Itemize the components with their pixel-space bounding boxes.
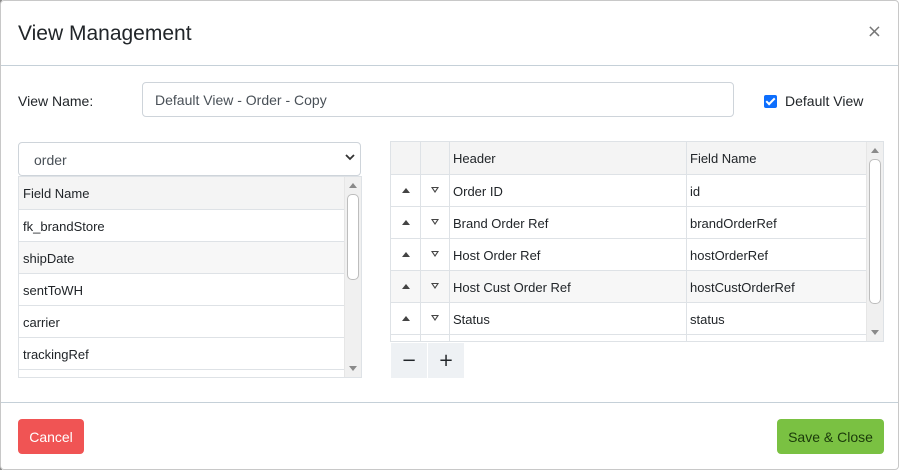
field-name-cell[interactable] bbox=[687, 335, 867, 341]
arrow-up-icon bbox=[402, 316, 410, 321]
header-cell[interactable]: Host Cust Order Ref bbox=[450, 271, 687, 302]
table-row[interactable] bbox=[391, 335, 867, 341]
column-header-field-name: Field Name bbox=[690, 151, 757, 166]
entity-select[interactable]: order bbox=[18, 142, 361, 176]
scroll-thumb[interactable] bbox=[347, 194, 359, 280]
view-name-label: View Name: bbox=[18, 93, 94, 109]
chevron-down-icon bbox=[345, 154, 355, 161]
field-name-cell[interactable]: hostOrderRef bbox=[687, 239, 867, 270]
scroll-thumb[interactable] bbox=[869, 159, 881, 304]
view-name-input[interactable] bbox=[142, 82, 734, 117]
move-up-button[interactable] bbox=[391, 303, 421, 334]
move-down-button[interactable] bbox=[421, 271, 450, 302]
table-row[interactable]: Brand Order Ref brandOrderRef bbox=[391, 207, 867, 239]
selected-columns-scrollbar[interactable] bbox=[866, 142, 883, 341]
arrow-down-icon bbox=[431, 219, 439, 225]
remove-column-button[interactable]: − bbox=[391, 343, 427, 378]
arrow-down-icon bbox=[431, 283, 439, 289]
available-fields-scrollbar[interactable] bbox=[344, 177, 361, 377]
field-name-cell[interactable]: hostCustOrderRef bbox=[687, 271, 867, 302]
list-item[interactable]: sentToWH bbox=[19, 274, 361, 306]
move-down-button[interactable] bbox=[421, 239, 450, 270]
default-view-toggle[interactable]: Default View bbox=[764, 93, 863, 109]
move-up-button[interactable] bbox=[391, 207, 421, 238]
view-management-modal: View Management × View Name: Default Vie… bbox=[0, 0, 899, 470]
table-row[interactable]: Order ID id bbox=[391, 175, 867, 207]
move-up-button[interactable] bbox=[391, 335, 421, 341]
arrow-up-icon bbox=[402, 188, 410, 193]
header-cell[interactable]: Brand Order Ref bbox=[450, 207, 687, 238]
arrow-down-icon bbox=[431, 315, 439, 321]
list-item[interactable]: shipDate bbox=[19, 242, 361, 274]
scroll-down-icon[interactable] bbox=[871, 330, 879, 335]
scroll-up-icon[interactable] bbox=[349, 183, 357, 188]
header-cell[interactable] bbox=[450, 335, 687, 341]
move-down-button[interactable] bbox=[421, 335, 450, 341]
column-header-header: Header bbox=[450, 142, 687, 174]
header-cell[interactable]: Host Order Ref bbox=[450, 239, 687, 270]
default-view-checkbox[interactable] bbox=[764, 94, 777, 108]
modal-header: View Management × bbox=[1, 1, 898, 66]
move-up-button[interactable] bbox=[391, 239, 421, 270]
field-name-cell[interactable]: status bbox=[687, 303, 867, 334]
entity-select-value: order bbox=[34, 152, 67, 168]
save-close-button[interactable]: Save & Close bbox=[777, 419, 884, 454]
list-item[interactable]: trackingRef bbox=[19, 338, 361, 370]
header-cell[interactable]: Order ID bbox=[450, 175, 687, 206]
available-fields-list: Field Name fk_brandStore shipDate sentTo… bbox=[18, 176, 362, 378]
arrow-up-icon bbox=[402, 220, 410, 225]
cancel-button[interactable]: Cancel bbox=[18, 419, 84, 454]
move-up-button[interactable] bbox=[391, 175, 421, 206]
field-name-cell[interactable]: id bbox=[687, 175, 867, 206]
list-item[interactable]: fk_brandStore bbox=[19, 210, 361, 242]
selected-columns-table: Header Field Name Order ID id Brand Orde… bbox=[390, 141, 884, 342]
arrow-up-icon bbox=[402, 252, 410, 257]
header-cell[interactable]: Status bbox=[450, 303, 687, 334]
table-row[interactable]: Host Order Ref hostOrderRef bbox=[391, 239, 867, 271]
close-button[interactable]: × bbox=[867, 21, 882, 42]
move-down-button[interactable] bbox=[421, 175, 450, 206]
table-header-row: Header Field Name bbox=[391, 142, 867, 175]
move-down-button[interactable] bbox=[421, 207, 450, 238]
move-down-button[interactable] bbox=[421, 303, 450, 334]
field-name-cell[interactable]: brandOrderRef bbox=[687, 207, 867, 238]
table-row[interactable]: Status status bbox=[391, 303, 867, 335]
add-column-button[interactable]: + bbox=[428, 343, 464, 378]
modal-title: View Management bbox=[18, 22, 192, 45]
default-view-label: Default View bbox=[785, 93, 864, 109]
footer-divider bbox=[1, 402, 898, 403]
list-item[interactable]: carrier bbox=[19, 306, 361, 338]
arrow-down-icon bbox=[431, 251, 439, 257]
scroll-down-icon[interactable] bbox=[349, 366, 357, 371]
scroll-up-icon[interactable] bbox=[871, 148, 879, 153]
move-up-button[interactable] bbox=[391, 271, 421, 302]
available-fields-header: Field Name bbox=[19, 177, 361, 210]
arrow-up-icon bbox=[402, 284, 410, 289]
table-row[interactable]: Host Cust Order Ref hostCustOrderRef bbox=[391, 271, 867, 303]
arrow-down-icon bbox=[431, 187, 439, 193]
